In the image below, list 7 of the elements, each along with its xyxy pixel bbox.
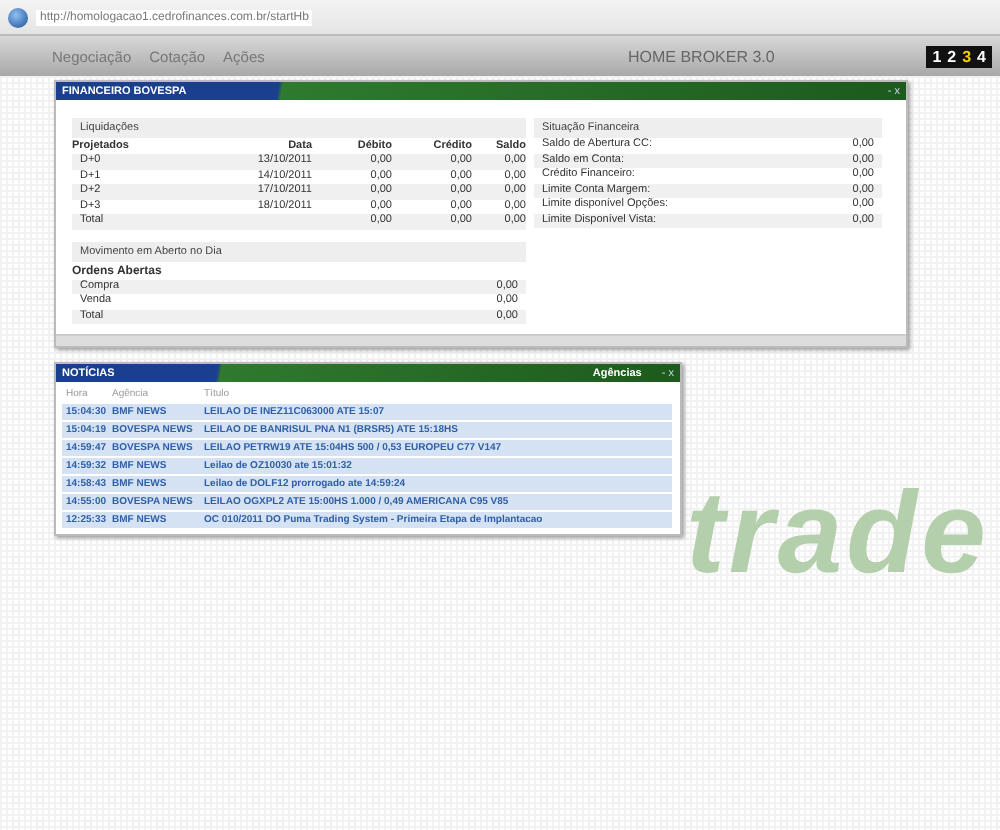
app-title: HOME BROKER 3.0 <box>626 47 777 65</box>
page-number[interactable]: 1 <box>932 47 942 65</box>
page-number[interactable]: 4 <box>977 47 986 65</box>
page-number[interactable]: 2 <box>947 47 957 65</box>
page-icon <box>8 7 28 27</box>
page-number[interactable]: 3 <box>962 47 972 65</box>
background-logo-text: trade <box>686 466 990 600</box>
